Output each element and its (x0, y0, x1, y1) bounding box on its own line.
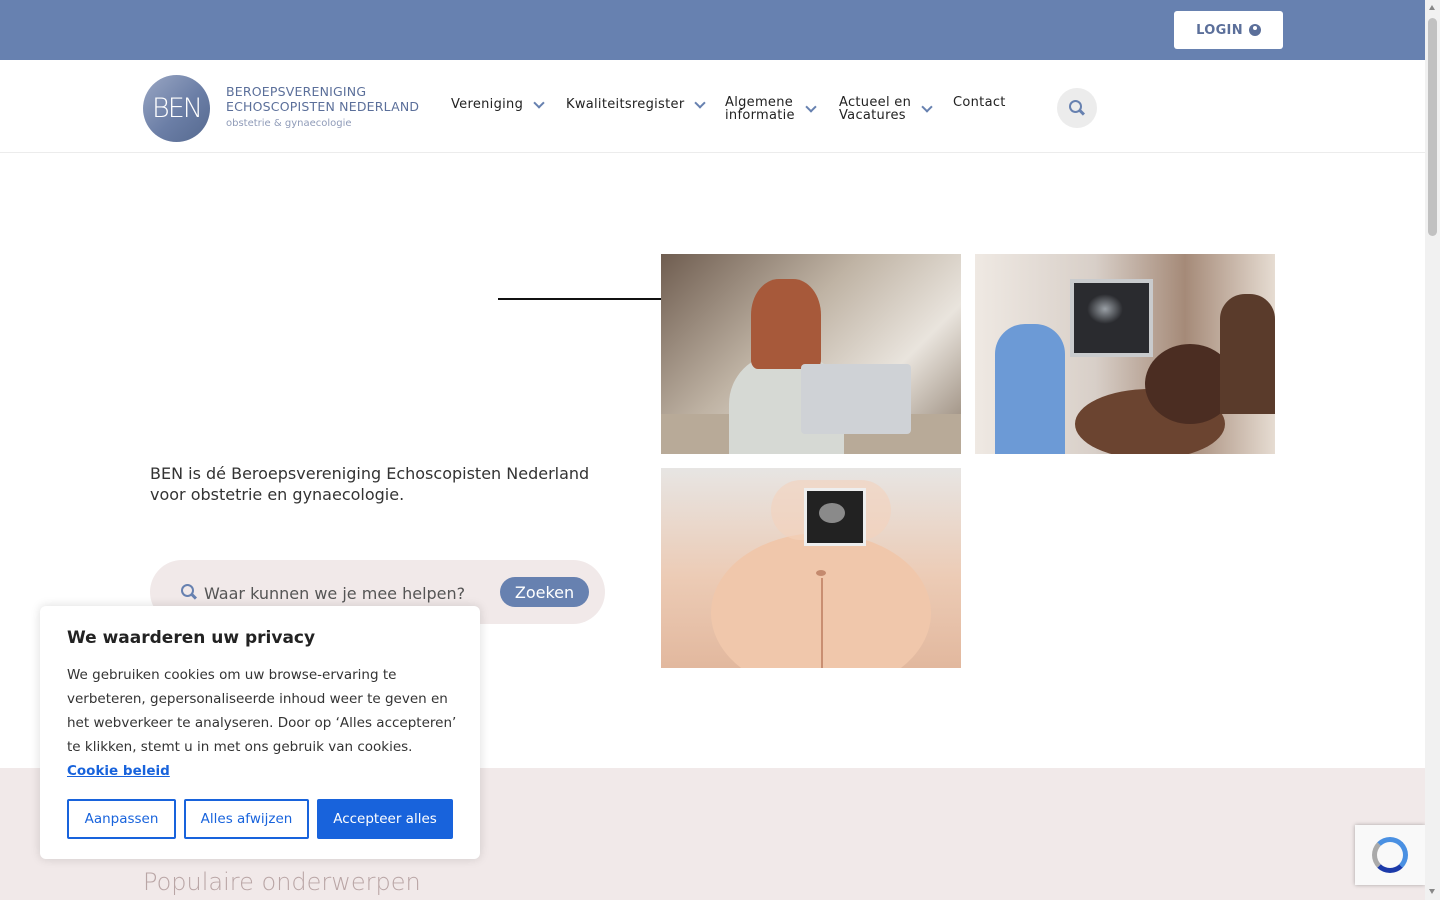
search-submit-button[interactable]: Zoeken (500, 577, 589, 607)
logo-mark[interactable]: BEN (143, 75, 210, 142)
logo-text[interactable]: BEROEPSVERENIGING ECHOSCOPISTEN NEDERLAN… (226, 84, 419, 131)
hero-tagline: BEN is dé Beroepsvereniging Echoscopiste… (150, 464, 590, 504)
top-bar: LOGIN (0, 0, 1425, 60)
chevron-down-icon (533, 96, 545, 109)
scroll-up-arrow-icon[interactable] (1429, 5, 1435, 10)
nav-label: Contact (953, 95, 1006, 110)
photo-woman-at-laptop (661, 254, 961, 454)
nav-item-algemene-informatie[interactable]: Algemene informatie (725, 95, 817, 123)
nav-item-contact[interactable]: Contact (953, 96, 1006, 109)
photo-ultrasound-exam (975, 254, 1275, 454)
cookie-body: We gebruiken cookies om uw browse-ervari… (67, 667, 457, 755)
nav-label: Kwaliteitsregister (566, 97, 685, 112)
cookie-title: We waarderen uw privacy (67, 628, 316, 648)
logo-line-1: BEROEPSVERENIGING (226, 84, 367, 99)
cookie-text: We gebruiken cookies om uw browse-ervari… (67, 663, 457, 783)
logo-line-3: obstetrie & gynaecologie (226, 118, 352, 129)
search-input[interactable] (202, 580, 496, 606)
nav-label: Algemene informatie (725, 95, 795, 123)
nav-item-vereniging[interactable]: Vereniging (451, 96, 545, 112)
cookie-consent-banner: We waarderen uw privacy We gebruiken coo… (40, 606, 480, 859)
search-icon (181, 584, 198, 600)
logo-line-2: ECHOSCOPISTEN NEDERLAND (226, 99, 420, 114)
chevron-down-icon (694, 96, 707, 109)
nav-label: Vereniging (451, 97, 524, 112)
chevron-down-icon (805, 101, 817, 113)
scroll-down-arrow-icon[interactable] (1429, 889, 1435, 894)
header-search-button[interactable] (1057, 88, 1097, 128)
nav-item-actueel-vacatures[interactable]: Actueel en Vacatures (839, 95, 933, 123)
photo-pregnant-belly-ultrasound (661, 468, 961, 668)
search-icon (1069, 100, 1086, 116)
nav-item-kwaliteitsregister[interactable]: Kwaliteitsregister (566, 96, 707, 112)
login-label: LOGIN (1196, 22, 1243, 38)
cookie-accept-button[interactable]: Accepteer alles (317, 799, 453, 839)
cookie-reject-button[interactable]: Alles afwijzen (184, 799, 309, 839)
user-circle-icon (1248, 24, 1261, 36)
recaptcha-badge[interactable] (1355, 825, 1425, 885)
login-button[interactable]: LOGIN (1174, 11, 1283, 49)
page-scrollbar[interactable] (1425, 0, 1440, 900)
nav-label: Actueel en Vacatures (839, 95, 912, 123)
hero-divider (498, 298, 661, 300)
popular-topics-title: Populaire onderwerpen (143, 868, 421, 896)
cookie-policy-link[interactable]: Cookie beleid (67, 763, 170, 779)
cookie-customize-button[interactable]: Aanpassen (67, 799, 176, 839)
chevron-down-icon (921, 101, 933, 113)
recaptcha-icon (1372, 837, 1408, 873)
scrollbar-thumb[interactable] (1428, 18, 1437, 236)
logo-initials: BEN (152, 93, 203, 124)
site-header: BEN BEROEPSVERENIGING ECHOSCOPISTEN NEDE… (0, 60, 1425, 153)
